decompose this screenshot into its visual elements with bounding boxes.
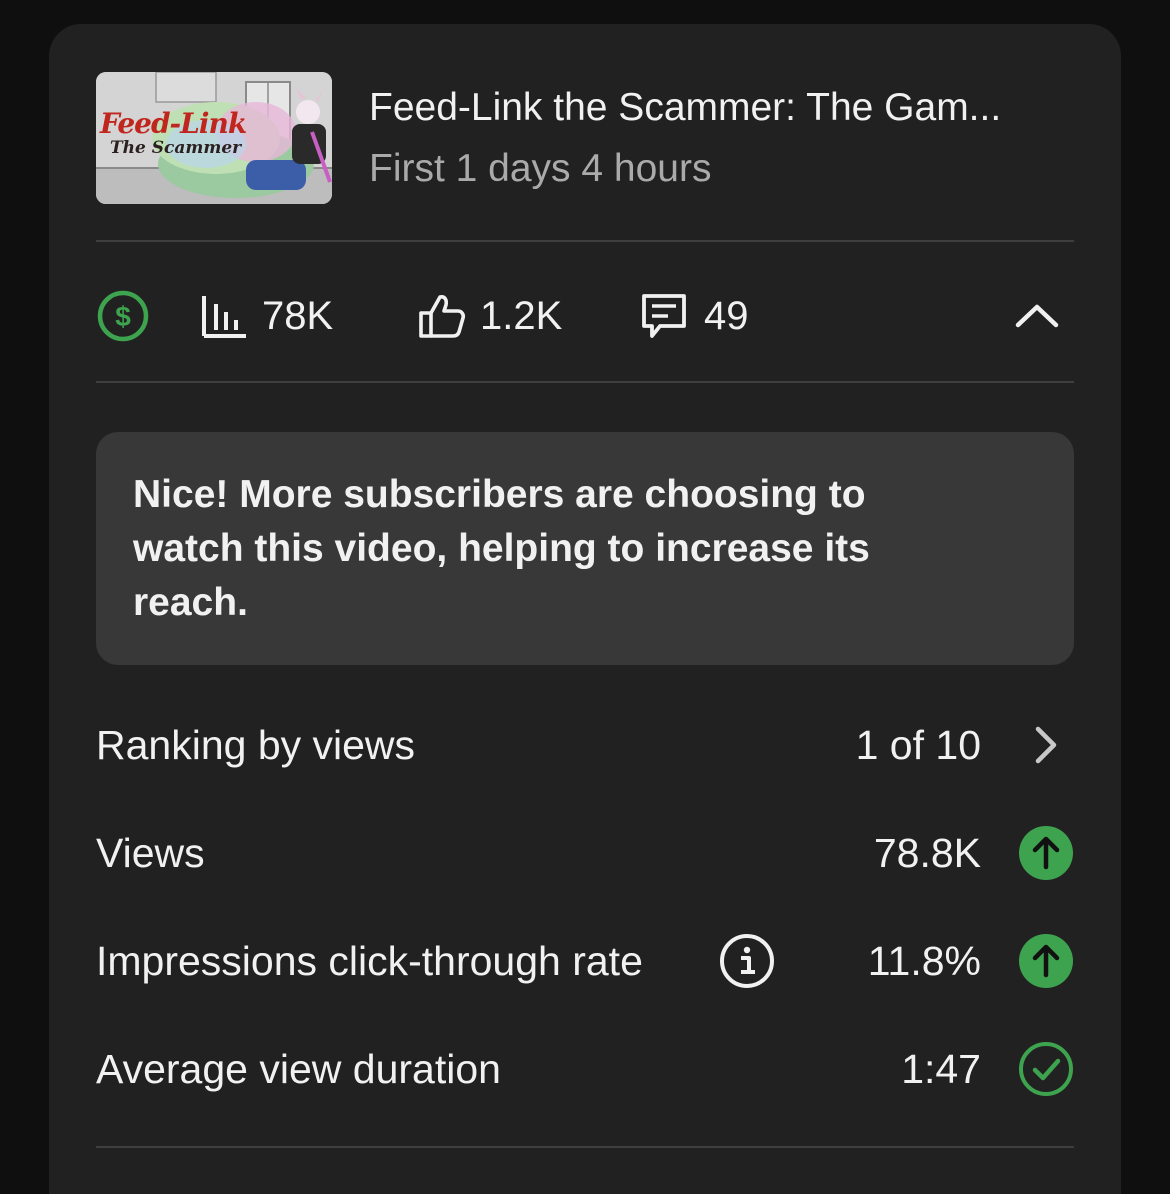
collapse-button[interactable] <box>1014 280 1060 352</box>
video-analytics-card: Feed-Link The Scammer Feed-Link the Scam… <box>49 24 1121 1194</box>
stats-row: $ 78K 1.2K 49 <box>96 280 1074 352</box>
check-circle-icon <box>1019 1042 1073 1096</box>
arrow-up-icon <box>1019 826 1073 880</box>
metric-row-avg-duration[interactable]: Average view duration 1:47 <box>96 1038 1074 1098</box>
metric-value: 1 of 10 <box>855 722 981 768</box>
chevron-right-icon[interactable] <box>1018 717 1074 773</box>
metric-value: 11.8% <box>867 938 981 984</box>
metric-value: 78.8K <box>873 830 981 876</box>
comments-stat[interactable]: 49 <box>638 280 749 352</box>
thumbnail-logo-text: Feed-Link The Scammer <box>100 107 247 158</box>
bar-chart-icon <box>202 296 246 338</box>
video-thumbnail[interactable]: Feed-Link The Scammer <box>96 72 332 204</box>
svg-text:$: $ <box>115 301 131 332</box>
metric-label: Average view duration <box>96 1046 501 1092</box>
views-count: 78K <box>262 293 334 338</box>
views-stat[interactable]: 78K <box>200 280 333 352</box>
dollar-circle-icon: $ <box>97 290 149 342</box>
video-timeframe: First 1 days 4 hours <box>369 147 712 190</box>
comments-count: 49 <box>704 293 749 338</box>
metric-row-ranking[interactable]: Ranking by views 1 of 10 <box>96 714 1074 774</box>
video-title[interactable]: Feed-Link the Scammer: The Gam... <box>369 86 1074 130</box>
monetization-status[interactable]: $ <box>96 280 150 352</box>
metric-row-views[interactable]: Views 78.8K <box>96 822 1074 882</box>
insight-message: Nice! More subscribers are choosing to w… <box>133 473 870 624</box>
likes-count: 1.2K <box>480 293 563 338</box>
metric-label: Impressions click-through rate <box>96 938 643 984</box>
video-header[interactable]: Feed-Link The Scammer Feed-Link the Scam… <box>96 72 1074 204</box>
metric-row-ctr[interactable]: Impressions click-through rate 11.8% <box>96 930 1074 990</box>
comment-icon <box>642 294 686 338</box>
metric-label: Ranking by views <box>96 722 416 768</box>
metric-value: 1:47 <box>901 1046 981 1092</box>
bottom-divider <box>96 1146 1074 1148</box>
chevron-up-icon <box>1015 304 1059 328</box>
thumbnail-title: Feed-Link <box>100 107 247 140</box>
arrow-up-icon <box>1019 934 1073 988</box>
thumbs-up-icon <box>419 295 466 338</box>
likes-stat[interactable]: 1.2K <box>416 280 562 352</box>
info-icon[interactable] <box>719 933 775 989</box>
insight-banner: Nice! More subscribers are choosing to w… <box>96 432 1074 665</box>
stats-divider <box>96 381 1074 383</box>
metric-label: Views <box>96 830 205 876</box>
header-divider <box>96 240 1074 242</box>
thumbnail-subtitle: The Scammer <box>110 138 242 158</box>
